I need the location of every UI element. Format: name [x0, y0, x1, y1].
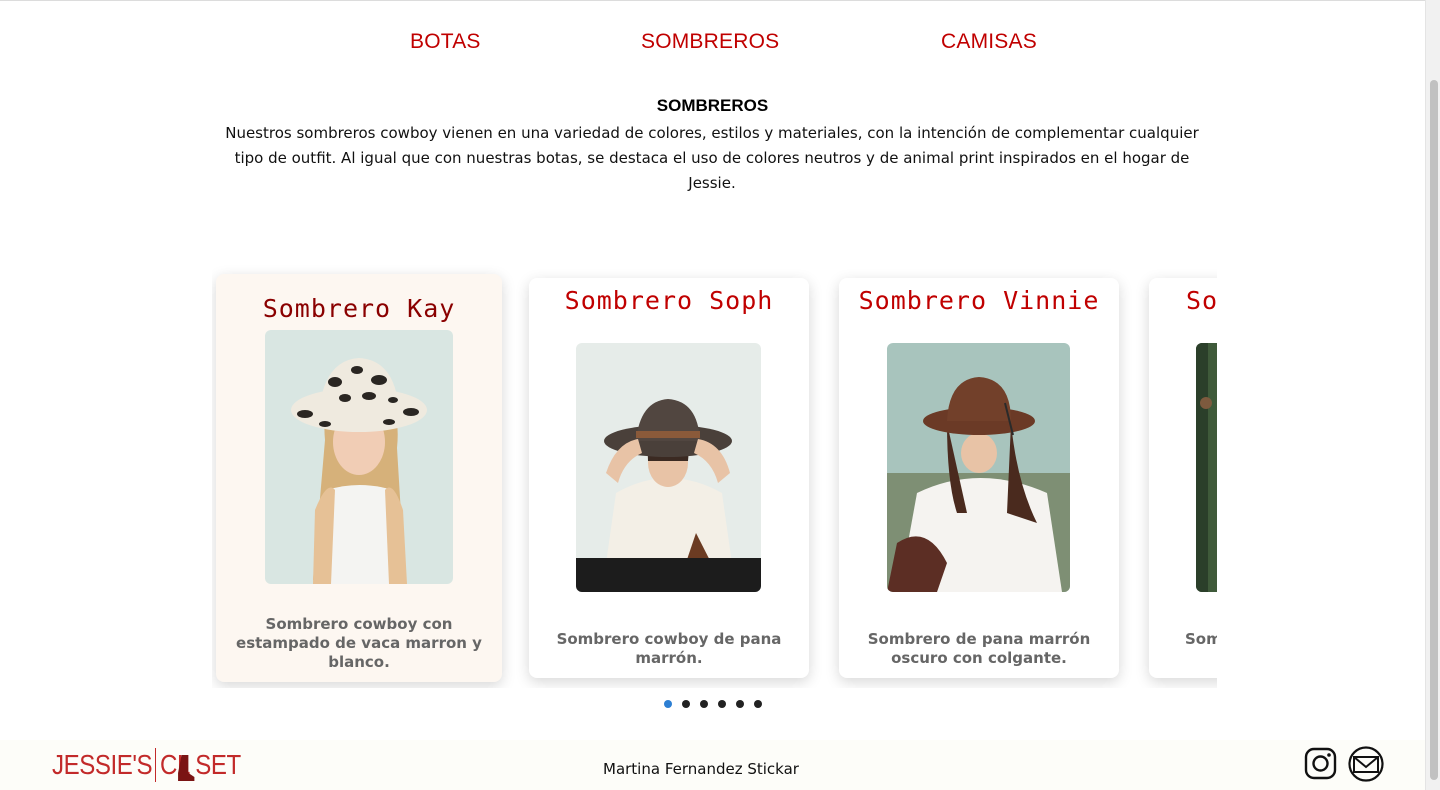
- nav-sombreros[interactable]: SOMBREROS: [641, 30, 779, 54]
- product-carousel[interactable]: Sombrero Kay Sombrero cowboy con estampa…: [212, 262, 1217, 688]
- logo-divider: [154, 748, 156, 782]
- carousel-dot[interactable]: [682, 700, 690, 708]
- product-title: Sombrero Vinnie: [858, 286, 1100, 315]
- page-scrollbar[interactable]: [1425, 0, 1440, 790]
- product-title: Sombrero Kay: [262, 294, 456, 323]
- carousel-dot[interactable]: [754, 700, 762, 708]
- product-title: Sombrero Soph: [564, 286, 774, 315]
- logo-text-left: JESSIE'S: [52, 749, 153, 780]
- section-description: Nuestros sombreros cowboy vienen en una …: [225, 124, 1199, 192]
- product-title: So: [1186, 286, 1217, 315]
- mail-icon[interactable]: [1348, 746, 1384, 782]
- product-image-soph: [576, 343, 761, 592]
- logo-text-right: CL SET: [160, 749, 241, 781]
- product-description: Som: [1185, 630, 1217, 648]
- product-card-vinnie[interactable]: Sombrero Vinnie Sombrero de pana marrón …: [839, 278, 1119, 678]
- site-logo[interactable]: JESSIE'S CL SET: [52, 746, 254, 784]
- scrollbar-thumb[interactable]: [1430, 80, 1438, 780]
- product-description: Sombrero cowboy de pana marrón.: [556, 630, 782, 667]
- footer-author: Martina Fernandez Stickar: [603, 760, 799, 778]
- carousel-pagination: [664, 700, 762, 708]
- product-card-kay[interactable]: Sombrero Kay Sombrero cowboy con estampa…: [216, 274, 502, 682]
- product-description: Sombrero de pana marrón oscuro con colga…: [867, 630, 1091, 667]
- section-title: SOMBREROS: [656, 96, 769, 115]
- instagram-icon[interactable]: [1304, 747, 1337, 780]
- footer: JESSIE'S CL SET Martina Fernandez Sticka…: [0, 740, 1425, 790]
- nav-botas[interactable]: BOTAS: [410, 30, 481, 54]
- page: BOTAS SOMBREROS CAMISAS SOMBREROS Nuestr…: [0, 0, 1425, 790]
- carousel-dot[interactable]: [700, 700, 708, 708]
- product-description: Sombrero cowboy con estampado de vaca ma…: [236, 615, 482, 671]
- product-image-kay: [265, 330, 453, 584]
- boot-icon: [177, 755, 194, 781]
- product-image-partial: [1196, 343, 1217, 592]
- carousel-dot[interactable]: [664, 700, 672, 708]
- nav-camisas[interactable]: CAMISAS: [941, 30, 1037, 54]
- carousel-dot[interactable]: [718, 700, 726, 708]
- product-image-vinnie: [887, 343, 1070, 592]
- product-card-soph[interactable]: Sombrero Soph Sombrero cowboy de pana ma…: [529, 278, 809, 678]
- product-card-partial[interactable]: So Som: [1149, 278, 1217, 678]
- carousel-dot[interactable]: [736, 700, 744, 708]
